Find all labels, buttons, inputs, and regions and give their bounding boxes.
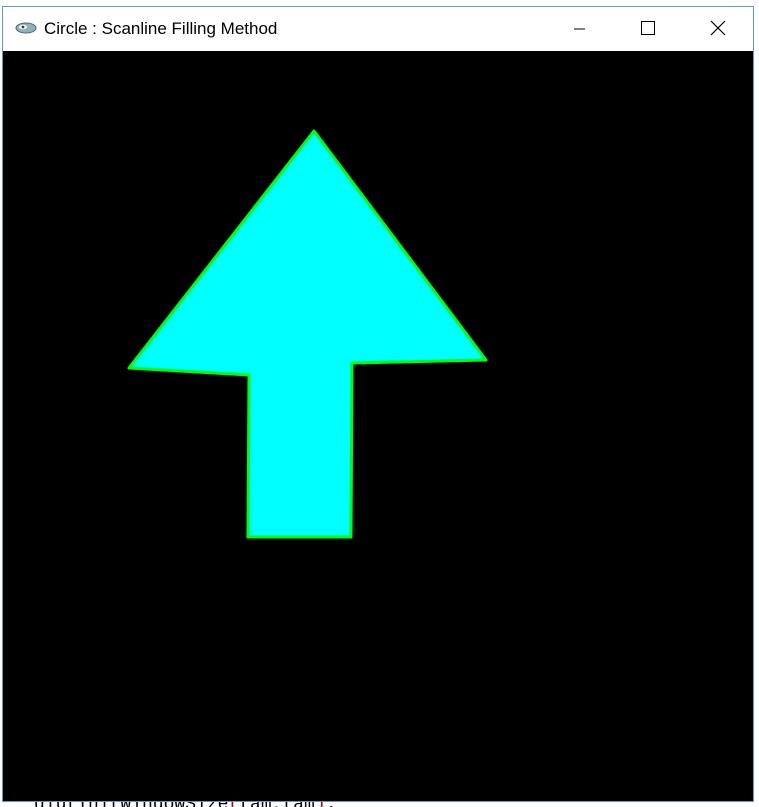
close-button[interactable] [693,7,739,51]
maximize-button[interactable] [623,7,669,51]
glut-window: Circle : Scanline Filling Method [2,6,754,802]
close-icon [710,20,726,36]
desktop: glutInitWindowSize(tam,tam); Circle : Sc… [0,0,759,807]
canvas-svg [127,129,488,539]
title-bar[interactable]: Circle : Scanline Filling Method [3,7,753,51]
window-title: Circle : Scanline Filling Method [44,19,278,38]
app-icon [15,21,37,35]
render-canvas[interactable] [3,51,753,801]
minimize-button[interactable] [556,7,602,51]
minimize-icon [574,28,585,30]
arrow-polygon [127,129,488,539]
maximize-icon [641,21,655,35]
